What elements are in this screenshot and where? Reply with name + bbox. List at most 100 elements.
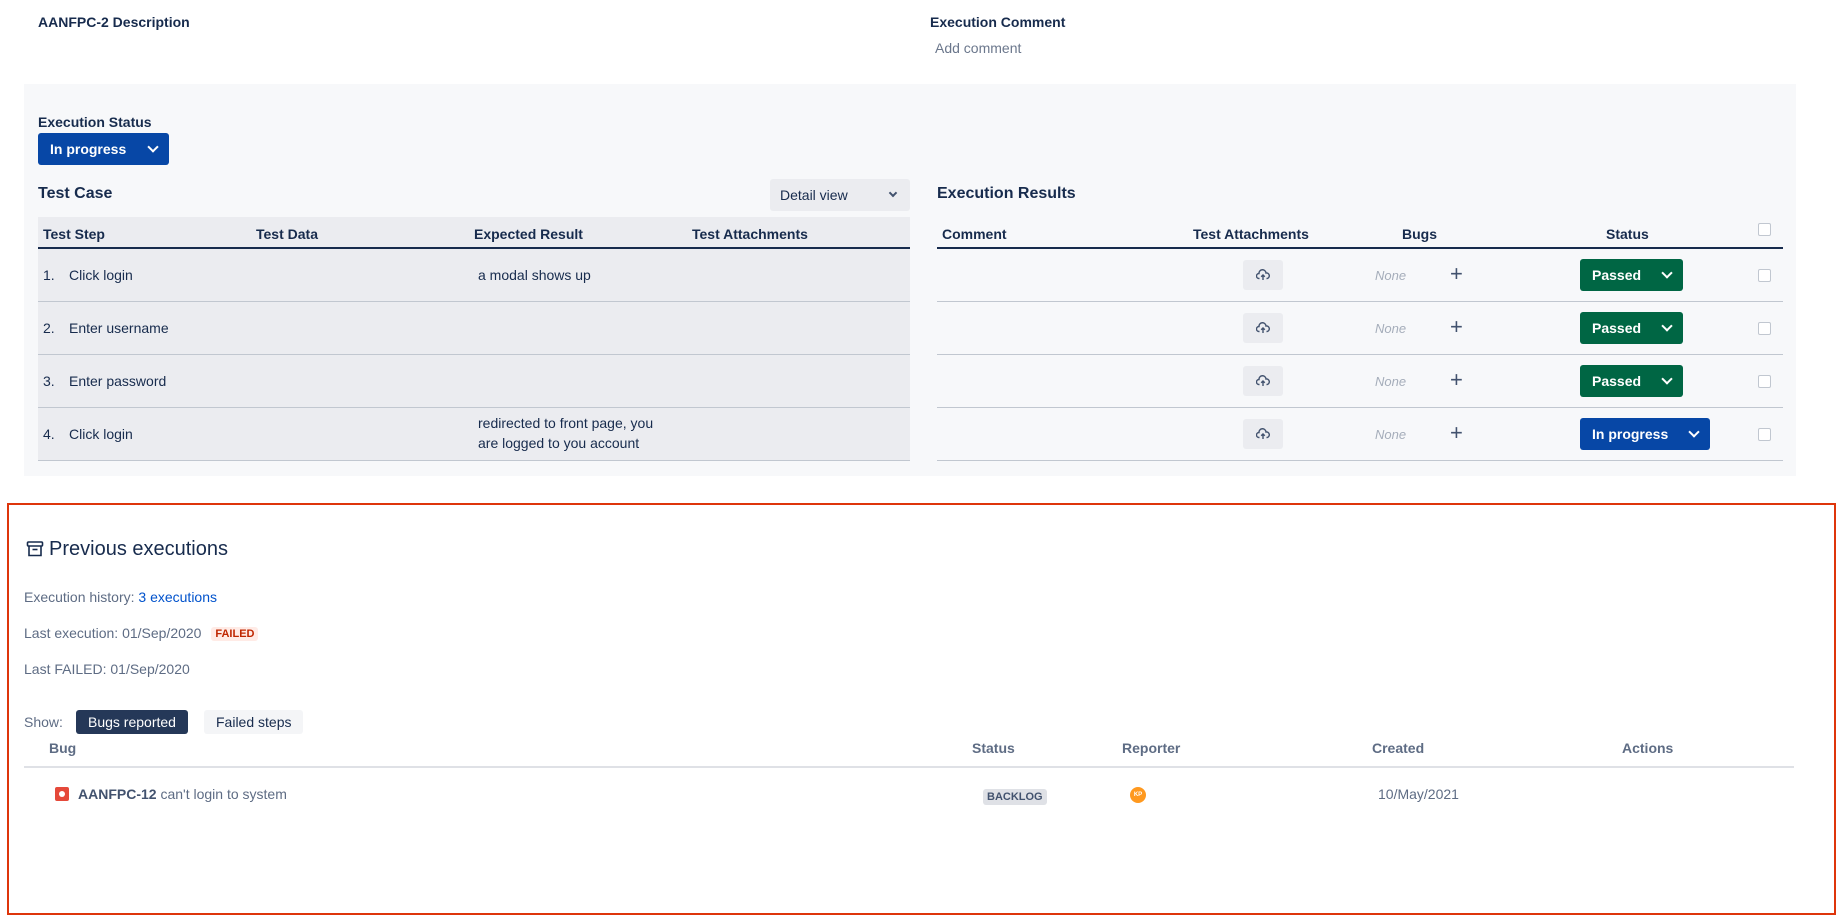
result-row: None + Passed xyxy=(937,355,1783,408)
step-text: Enter password xyxy=(69,373,167,389)
chevron-down-icon xyxy=(1661,373,1673,385)
add-bug-icon[interactable]: + xyxy=(1450,367,1463,393)
status-badge: FAILED xyxy=(211,627,259,641)
step-status-value: In progress xyxy=(1592,426,1669,442)
last-execution-date: 01/Sep/2020 xyxy=(122,625,202,641)
execution-results-table: Comment Test Attachments Bugs Status Non… xyxy=(937,217,1783,461)
execution-history-label: Execution history: xyxy=(24,589,135,605)
execution-status-label: Execution Status xyxy=(38,114,152,130)
bug-created-date: 10/May/2021 xyxy=(1378,786,1459,802)
column-status: Status xyxy=(972,740,1015,756)
step-status-dropdown[interactable]: In progress xyxy=(1580,418,1710,450)
step-text: Enter username xyxy=(69,320,169,336)
last-failed-label: Last FAILED: xyxy=(24,661,107,677)
step-status-dropdown[interactable]: Passed xyxy=(1580,259,1683,291)
show-label: Show: xyxy=(24,714,63,730)
step-number: 4. xyxy=(43,426,55,442)
column-expected-result: Expected Result xyxy=(474,226,583,242)
test-step-row: 3. Enter password xyxy=(38,355,910,408)
expected-result: redirected to front page, you are logged… xyxy=(478,413,678,453)
bugs-none: None xyxy=(1375,268,1407,283)
execution-history-link[interactable]: 3 executions xyxy=(138,589,217,605)
step-number: 3. xyxy=(43,373,55,389)
column-reporter: Reporter xyxy=(1122,740,1181,756)
previous-executions-title: Previous executions xyxy=(49,538,228,560)
step-status-value: Passed xyxy=(1592,373,1642,389)
column-bugs: Bugs xyxy=(1402,226,1437,242)
table-row: AANFPC-12 can't login to system BACKLOG … xyxy=(24,768,1794,820)
archive-icon xyxy=(26,541,44,557)
bug-type-icon xyxy=(55,787,69,801)
cloud-upload-icon xyxy=(1256,322,1270,333)
bug-key: AANFPC-12 xyxy=(78,786,157,802)
bugs-none: None xyxy=(1375,374,1407,389)
column-test-step: Test Step xyxy=(43,226,105,242)
select-all-checkbox[interactable] xyxy=(1758,223,1771,236)
bugs-none: None xyxy=(1375,321,1407,336)
test-step-row: 1. Click login a modal shows up xyxy=(38,249,910,302)
chevron-down-icon xyxy=(1688,426,1700,438)
chevron-down-icon xyxy=(1661,267,1673,279)
result-row: None + Passed xyxy=(937,302,1783,355)
chevron-down-icon xyxy=(888,188,898,198)
test-step-row: 4. Click login redirected to front page,… xyxy=(38,408,910,461)
result-row: None + In progress xyxy=(937,408,1783,461)
expected-result-line: redirected to front page, you xyxy=(478,415,654,431)
test-step-row: 2. Enter username xyxy=(38,302,910,355)
bug-link[interactable]: AANFPC-12 can't login to system xyxy=(78,786,287,802)
expected-result: a modal shows up xyxy=(478,267,591,283)
add-bug-icon[interactable]: + xyxy=(1450,314,1463,340)
execution-results-header: Comment Test Attachments Bugs Status xyxy=(937,217,1783,249)
test-case-table: Test Step Test Data Expected Result Test… xyxy=(38,217,910,461)
add-bug-icon[interactable]: + xyxy=(1450,261,1463,287)
avatar[interactable]: KP xyxy=(1130,787,1146,803)
bugs-none: None xyxy=(1375,427,1407,442)
test-case-title: Test Case xyxy=(38,185,113,202)
expected-result-line: are logged to you account xyxy=(478,435,640,451)
cloud-upload-icon xyxy=(1256,428,1270,439)
execution-status-value: In progress xyxy=(50,141,127,157)
step-status-dropdown[interactable]: Passed xyxy=(1580,365,1683,397)
execution-status-dropdown[interactable]: In progress xyxy=(38,133,169,165)
column-test-data: Test Data xyxy=(256,226,318,242)
column-bug: Bug xyxy=(49,740,77,756)
add-comment-field[interactable]: Add comment xyxy=(935,40,1021,56)
row-checkbox[interactable] xyxy=(1758,375,1771,388)
bug-status-badge: BACKLOG xyxy=(983,789,1047,805)
chevron-down-icon xyxy=(147,141,159,153)
upload-attachment-button[interactable] xyxy=(1243,313,1283,343)
upload-attachment-button[interactable] xyxy=(1243,419,1283,449)
chevron-down-icon xyxy=(1661,320,1673,332)
column-created: Created xyxy=(1372,740,1425,756)
row-checkbox[interactable] xyxy=(1758,428,1771,441)
upload-attachment-button[interactable] xyxy=(1243,366,1283,396)
previous-executions-panel: Previous executions Execution history: 3… xyxy=(7,503,1836,915)
step-text: Click login xyxy=(69,267,133,283)
row-checkbox[interactable] xyxy=(1758,322,1771,335)
description-label: AANFPC-2 Description xyxy=(38,14,190,30)
step-text: Click login xyxy=(69,426,133,442)
execution-history: Execution history: 3 executions xyxy=(24,589,217,605)
column-actions: Actions xyxy=(1622,740,1674,756)
upload-attachment-button[interactable] xyxy=(1243,260,1283,290)
column-test-attachments: Test Attachments xyxy=(692,226,808,242)
last-execution-label: Last execution: xyxy=(24,625,119,641)
execution-comment-label: Execution Comment xyxy=(930,14,1066,30)
step-status-value: Passed xyxy=(1592,320,1642,336)
step-number: 1. xyxy=(43,267,55,283)
last-failed: Last FAILED: 01/Sep/2020 xyxy=(24,661,190,677)
step-status-value: Passed xyxy=(1592,267,1642,283)
column-status: Status xyxy=(1606,226,1649,242)
cloud-upload-icon xyxy=(1256,375,1270,386)
bug-table-header: Bug Status Reporter Created Actions xyxy=(24,730,1794,768)
last-failed-date: 01/Sep/2020 xyxy=(110,661,190,677)
view-select[interactable]: Detail view xyxy=(770,179,910,211)
view-select-value: Detail view xyxy=(780,187,848,203)
column-test-attachments: Test Attachments xyxy=(1193,226,1309,242)
add-bug-icon[interactable]: + xyxy=(1450,420,1463,446)
cloud-upload-icon xyxy=(1256,269,1270,280)
result-row: None + Passed xyxy=(937,249,1783,302)
row-checkbox[interactable] xyxy=(1758,269,1771,282)
step-status-dropdown[interactable]: Passed xyxy=(1580,312,1683,344)
step-number: 2. xyxy=(43,320,55,336)
